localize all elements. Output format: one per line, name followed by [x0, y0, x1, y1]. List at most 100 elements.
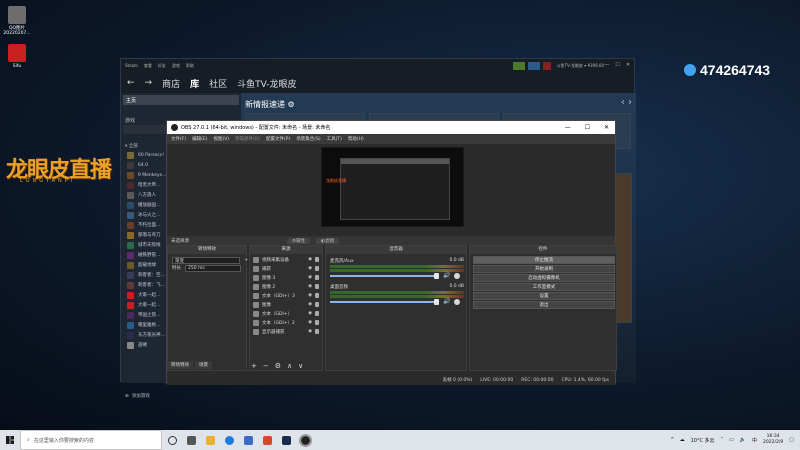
- nav-community[interactable]: 社区: [209, 77, 227, 90]
- user-icon[interactable]: ᴿ: [671, 437, 673, 443]
- steam-menu-item[interactable]: 游戏: [172, 63, 180, 69]
- sidebar-game-item[interactable]: 64.0: [127, 161, 148, 169]
- remove-source-button[interactable]: −: [263, 362, 269, 370]
- taskbar-search-box[interactable]: ⌕ 在这里输入你要搜索的内容: [20, 430, 162, 450]
- start-button[interactable]: [0, 430, 20, 450]
- sidebar-game-item[interactable]: 暗黑大帝...: [127, 181, 160, 189]
- source-item[interactable]: 文本（GDI+）2 ◉: [250, 318, 322, 327]
- obs-preview-canvas[interactable]: 龙眼皮直播: [321, 147, 464, 227]
- sidebar-all-header[interactable]: ▾ 全部: [125, 143, 138, 149]
- properties-button[interactable]: ⚙属性: [287, 237, 311, 244]
- source-item[interactable]: 捕获 ◉: [250, 264, 322, 273]
- sidebar-games-header[interactable]: 游戏: [125, 117, 135, 124]
- sidebar-game-item[interactable]: 刺客者：飞...: [127, 281, 165, 289]
- lock-icon[interactable]: [315, 257, 319, 262]
- sidebar-game-item[interactable]: 刺客者：空...: [127, 271, 165, 279]
- slider-handle[interactable]: [434, 299, 439, 305]
- source-item[interactable]: 图像 ◉: [250, 300, 322, 309]
- minimize-button[interactable]: —: [604, 62, 609, 68]
- file-explorer-icon[interactable]: [206, 435, 215, 445]
- store-icon[interactable]: [244, 435, 253, 445]
- transition-type-select[interactable]: 渐变: [172, 256, 241, 264]
- forward-arrow-icon[interactable]: →: [145, 78, 153, 88]
- sidebar-game-item[interactable]: 部落与弯刀: [127, 231, 161, 239]
- avatar[interactable]: [542, 62, 551, 70]
- speaker-icon[interactable]: 🔊: [443, 272, 450, 279]
- sidebar-game-item[interactable]: 超载地球: [127, 261, 156, 269]
- ime-indicator[interactable]: 中: [752, 437, 757, 444]
- source-item[interactable]: 图像 2 ◉: [250, 282, 322, 291]
- task-view-icon[interactable]: [187, 435, 196, 445]
- sidebar-game-item[interactable]: 帝国之怒...: [127, 311, 160, 319]
- back-arrow-icon[interactable]: ←: [127, 78, 135, 88]
- nav-store[interactable]: 商店: [162, 77, 180, 90]
- lock-icon[interactable]: [315, 293, 319, 298]
- sidebar-home[interactable]: 主页: [123, 95, 239, 105]
- close-button[interactable]: ✕: [604, 124, 609, 131]
- source-item[interactable]: 图像 3 ◉: [250, 273, 322, 282]
- sidebar-game-item[interactable]: 八方旅人: [127, 191, 156, 199]
- visibility-eye-icon[interactable]: ◉: [308, 284, 312, 289]
- nav-library[interactable]: 库: [190, 77, 199, 90]
- broadcast-icon[interactable]: [512, 62, 525, 70]
- move-down-button[interactable]: ∨: [298, 362, 303, 370]
- visibility-eye-icon[interactable]: ◉: [308, 302, 312, 307]
- chevron-left-icon[interactable]: ‹: [621, 97, 625, 108]
- network-icon[interactable]: ▭: [729, 437, 734, 443]
- account-name[interactable]: 斗鱼TV-龙眼皮 ▾ ¥399.00: [557, 63, 604, 69]
- move-up-button[interactable]: ∧: [287, 362, 292, 370]
- menu-help[interactable]: 帮助(H): [348, 136, 364, 142]
- visibility-eye-icon[interactable]: ◉: [308, 320, 312, 325]
- source-item[interactable]: 视频采集设备 ◉: [250, 255, 322, 264]
- sidebar-game-item[interactable]: 大家一起...: [127, 301, 160, 309]
- add-game-button[interactable]: ⊕ 添加游戏: [125, 393, 150, 400]
- menu-profile[interactable]: 配置文件(P): [266, 136, 290, 142]
- edge-icon[interactable]: [225, 435, 234, 445]
- visibility-eye-icon[interactable]: ◉: [308, 293, 312, 298]
- sidebar-game-item[interactable]: 帽里雅格...: [127, 321, 160, 329]
- volume-icon[interactable]: 🔈: [740, 437, 746, 443]
- source-item[interactable]: 显示器捕获 ◉: [250, 327, 322, 336]
- lock-icon[interactable]: [315, 302, 319, 307]
- plus-icon[interactable]: +: [244, 258, 248, 263]
- volume-slider[interactable]: 🔊: [330, 272, 464, 279]
- source-item[interactable]: 文本（GDI+）3 ◉: [250, 291, 322, 300]
- clock[interactable]: 16:34 2022/2/9: [763, 434, 783, 446]
- visibility-eye-icon[interactable]: ◉: [308, 275, 312, 280]
- steam-icon[interactable]: [282, 435, 291, 445]
- filters-button[interactable]: ◐滤镜: [316, 237, 339, 244]
- visibility-eye-icon[interactable]: ◉: [308, 257, 312, 262]
- menu-view[interactable]: 视图(V): [213, 136, 229, 142]
- sidebar-game-item[interactable]: 东方夜光神...: [127, 331, 165, 339]
- menu-docks[interactable]: 停靠部件(D): [235, 136, 260, 142]
- sidebar-game-item[interactable]: 城市天际线: [127, 241, 161, 249]
- menu-tools[interactable]: 工具(T): [327, 136, 342, 142]
- tab-transitions[interactable]: 转场特效: [167, 361, 193, 369]
- steam-menu-item[interactable]: 查看: [144, 63, 152, 69]
- sidebar-game-item[interactable]: 磁铁野冒...: [127, 251, 160, 259]
- studio-mode-button[interactable]: 工作室模式: [473, 283, 615, 291]
- gear-icon[interactable]: [454, 299, 460, 305]
- speaker-icon[interactable]: 🔊: [443, 298, 450, 305]
- minimize-button[interactable]: —: [565, 124, 571, 131]
- lock-icon[interactable]: [315, 311, 319, 316]
- add-source-button[interactable]: +: [251, 362, 257, 370]
- sidebar-game-item[interactable]: 盗贼: [127, 341, 147, 349]
- sidebar-game-item[interactable]: 9 Monkeys...: [127, 171, 166, 179]
- desktop-icon-qq-image[interactable]: QQ图片 20220207...: [0, 6, 34, 36]
- chevron-right-icon[interactable]: ›: [628, 97, 632, 108]
- volume-slider[interactable]: 🔊: [330, 298, 464, 305]
- gear-icon[interactable]: [454, 273, 460, 279]
- steam-menu-item[interactable]: Steam: [125, 63, 138, 69]
- desktop-icon-sifu[interactable]: Sifu: [0, 44, 34, 69]
- lock-icon[interactable]: [315, 284, 319, 289]
- maximize-button[interactable]: ☐: [615, 62, 619, 68]
- lock-icon[interactable]: [315, 275, 319, 280]
- sidebar-game-item[interactable]: 不朽位面...: [127, 221, 160, 229]
- tab-scenes[interactable]: 场景: [195, 361, 212, 369]
- lock-icon[interactable]: [315, 320, 319, 325]
- maximize-button[interactable]: ☐: [585, 124, 590, 131]
- sidebar-game-item[interactable]: 冰与火之...: [127, 211, 160, 219]
- nav-user[interactable]: 斗鱼TV-龙眼皮: [237, 77, 296, 90]
- notification-icon[interactable]: [527, 62, 540, 70]
